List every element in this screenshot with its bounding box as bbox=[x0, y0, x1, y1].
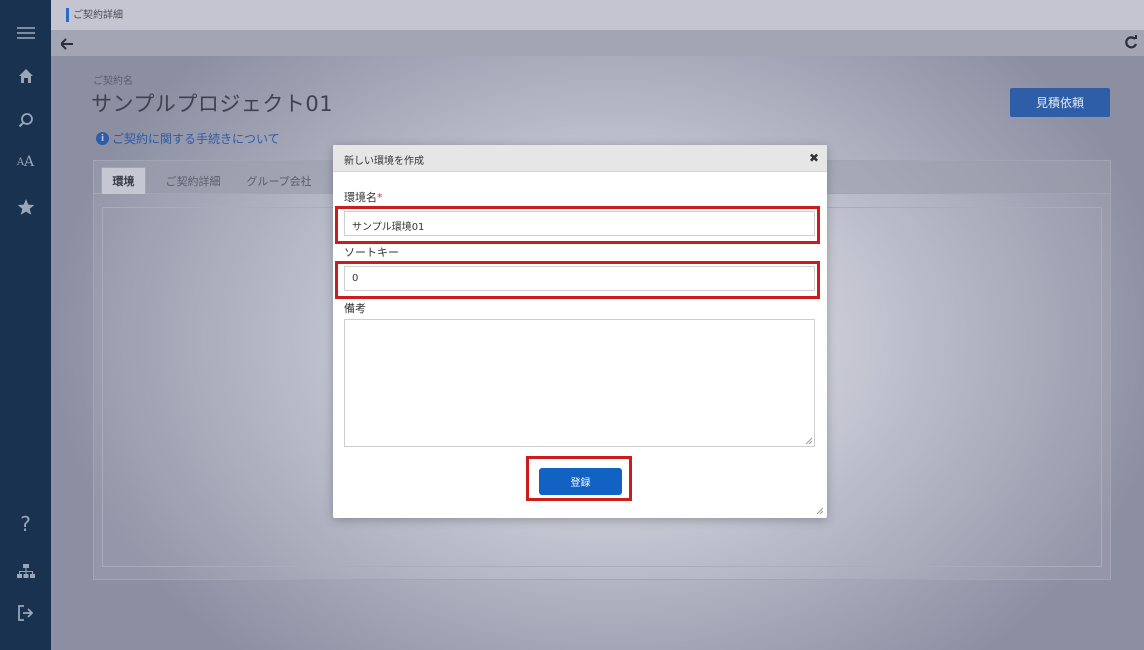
home-icon[interactable] bbox=[0, 66, 51, 86]
required-mark: * bbox=[377, 191, 383, 204]
dialog-header: 新しい環境を作成 ✖ bbox=[333, 145, 827, 172]
font-size-icon[interactable]: AA bbox=[0, 152, 51, 172]
sidebar: AA ? bbox=[0, 0, 51, 650]
page-title: サンプルプロジェクト01 bbox=[91, 92, 334, 116]
star-icon[interactable] bbox=[0, 196, 51, 218]
sort-key-label: ソートキー bbox=[344, 246, 399, 259]
quote-request-button[interactable]: 見積依頼 bbox=[1010, 88, 1110, 117]
close-icon[interactable]: ✖ bbox=[809, 151, 819, 165]
register-button-highlight bbox=[526, 456, 632, 501]
notes-textarea[interactable] bbox=[344, 319, 815, 447]
env-name-highlight bbox=[335, 206, 820, 244]
textarea-resize-icon[interactable] bbox=[805, 437, 812, 444]
dialog-resize-icon[interactable] bbox=[816, 507, 823, 514]
dialog-title: 新しい環境を作成 bbox=[344, 156, 424, 167]
breadcrumb-accent bbox=[66, 8, 69, 22]
tab-environment[interactable]: 環境 bbox=[101, 167, 146, 194]
search-icon[interactable] bbox=[0, 110, 51, 130]
help-icon[interactable]: ? bbox=[0, 512, 51, 536]
tab-contract-details[interactable]: ご契約詳細 bbox=[152, 167, 234, 194]
env-name-label: 環境名* bbox=[344, 189, 383, 205]
back-arrow-icon[interactable] bbox=[59, 35, 73, 54]
breadcrumb: ご契約詳細 bbox=[73, 10, 123, 21]
logout-icon[interactable] bbox=[0, 602, 51, 624]
menu-icon[interactable] bbox=[0, 22, 51, 44]
procedure-help-link[interactable]: i ご契約に関する手続きについて bbox=[96, 130, 280, 147]
tab-group-companies[interactable]: グループ会社 bbox=[236, 167, 322, 194]
procedure-help-text: ご契約に関する手続きについて bbox=[112, 132, 280, 146]
sort-key-highlight bbox=[335, 261, 820, 299]
sitemap-icon[interactable] bbox=[0, 562, 51, 582]
sub-bar bbox=[51, 30, 1144, 56]
notes-label: 備考 bbox=[344, 302, 366, 315]
env-name-label-text: 環境名 bbox=[344, 191, 377, 204]
contract-name-label: ご契約名 bbox=[93, 76, 133, 87]
refresh-icon[interactable] bbox=[1124, 34, 1138, 53]
top-bar: ご契約詳細 bbox=[51, 0, 1144, 30]
info-icon: i bbox=[96, 132, 109, 145]
